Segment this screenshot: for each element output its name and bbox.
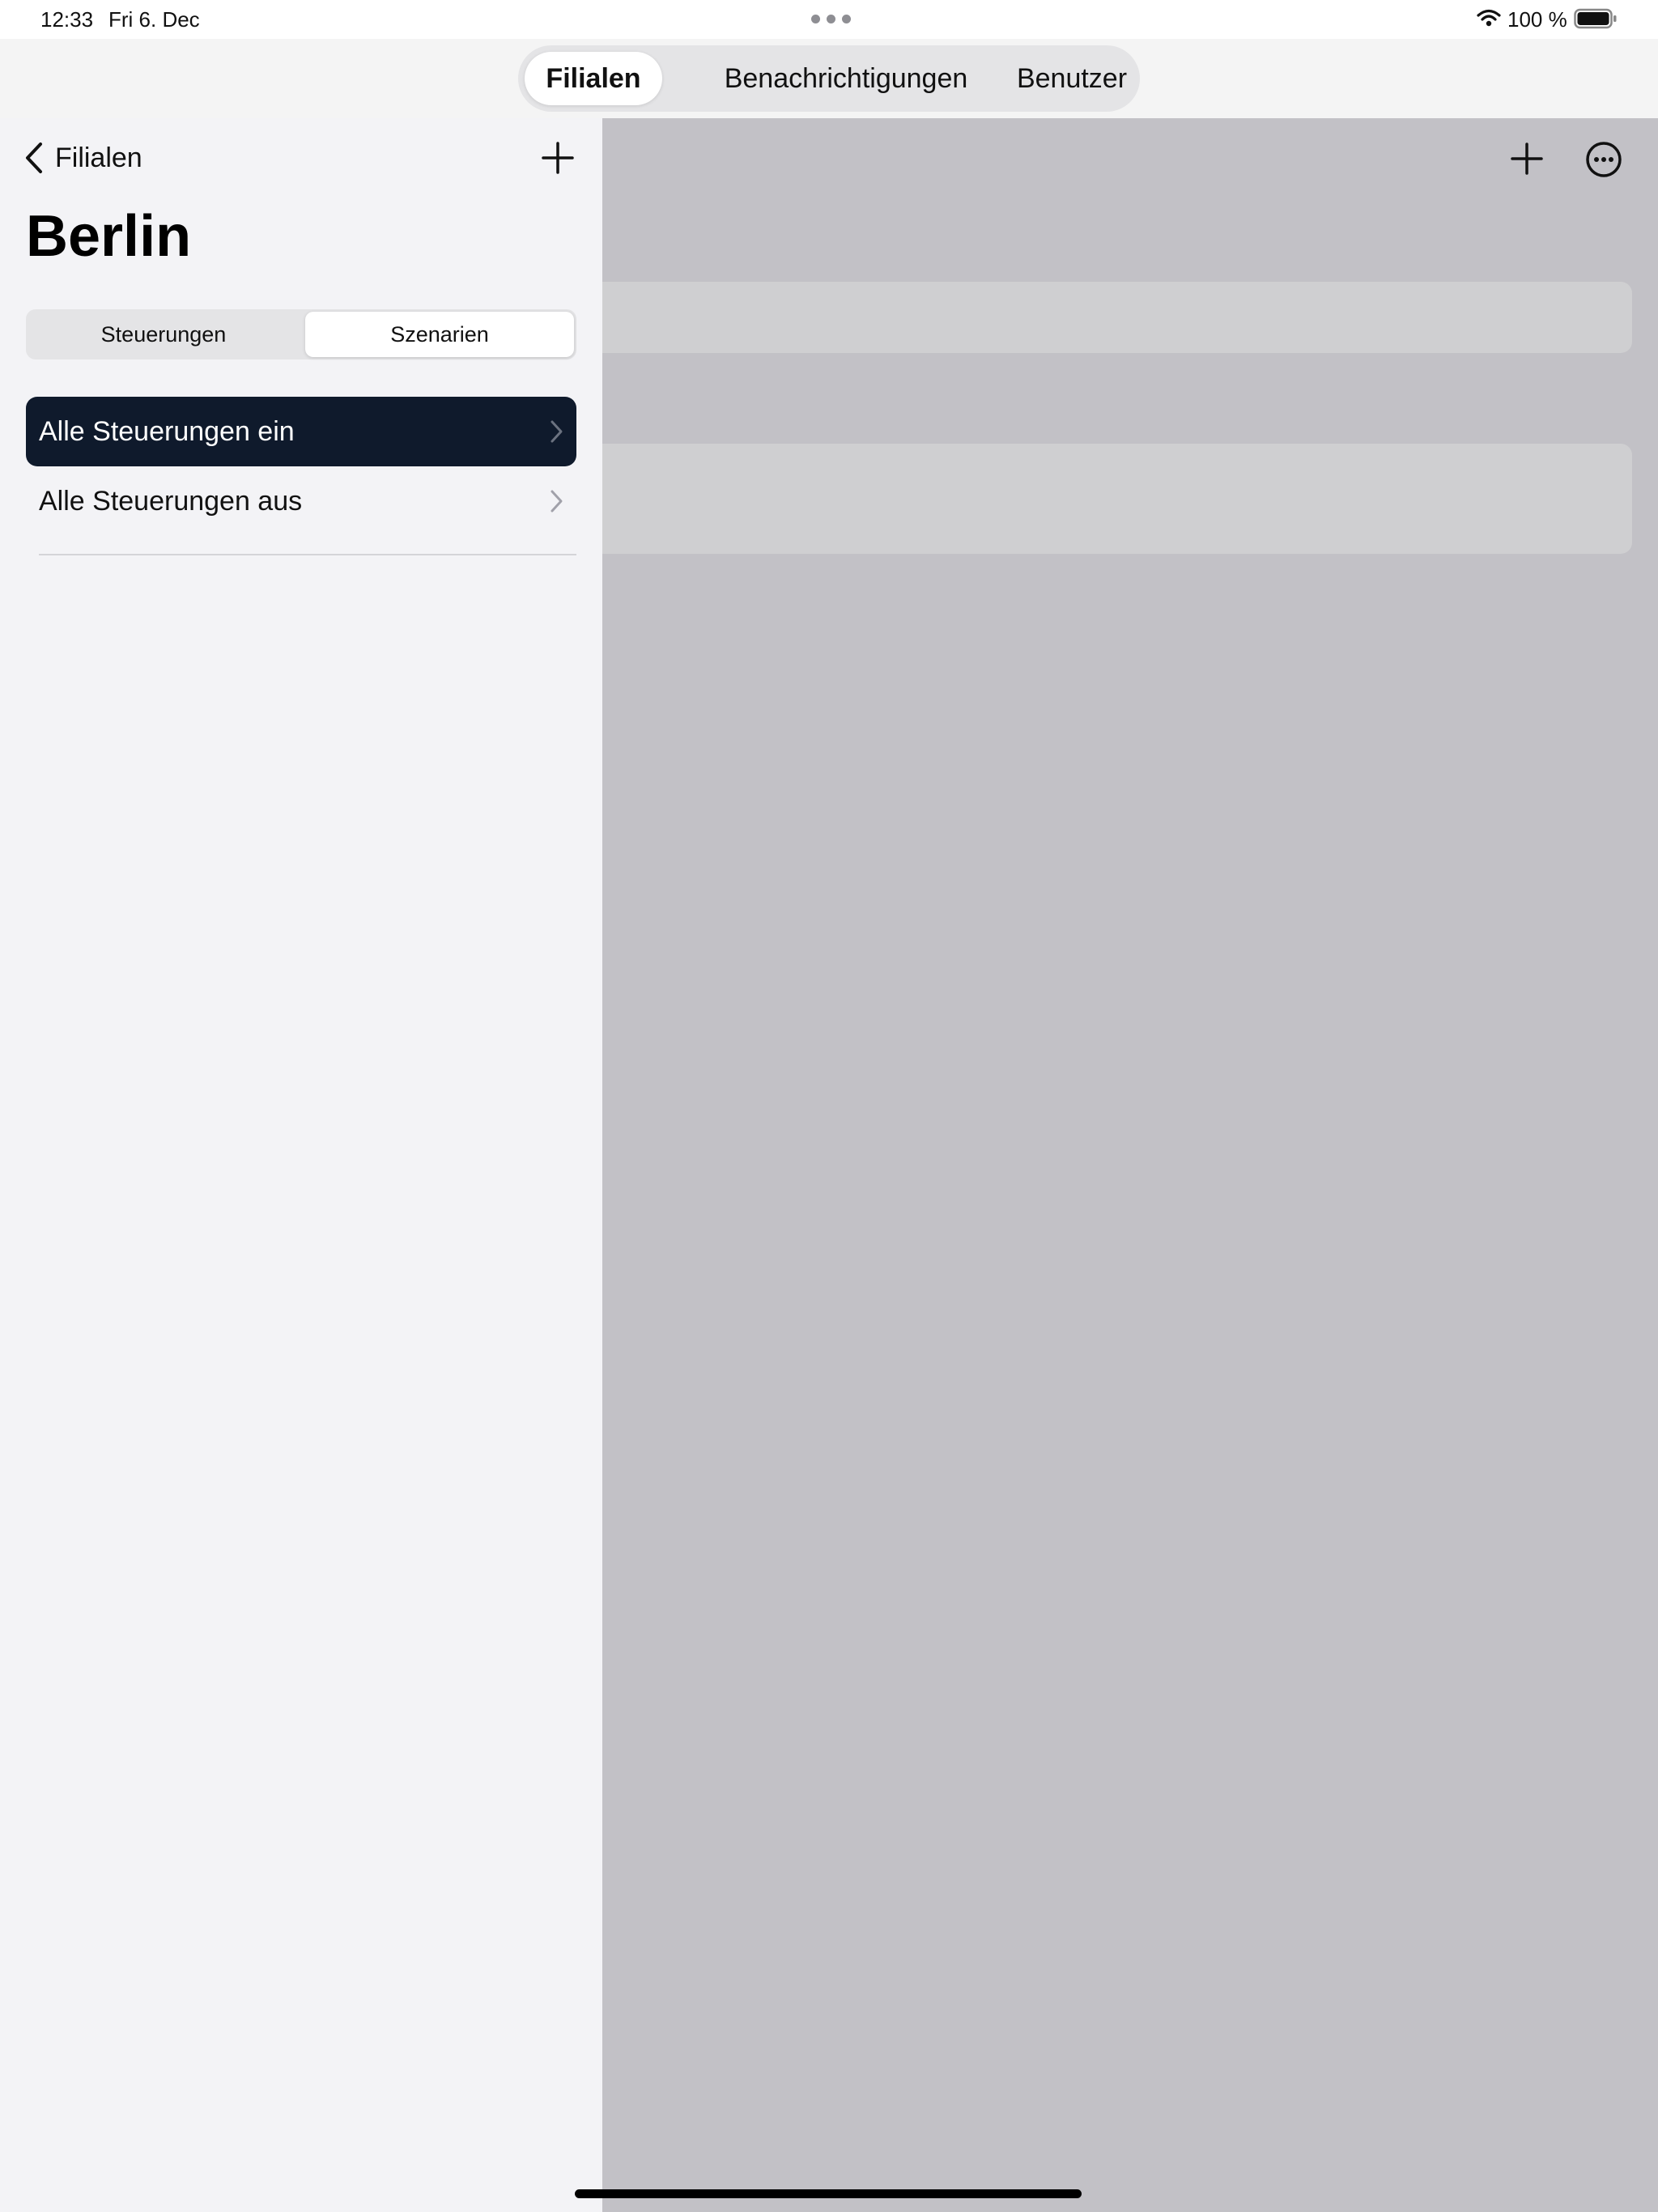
sidebar: Filialen Berlin Steuerungen Szenarien Al…: [0, 118, 602, 2212]
list-item-label: Alle Steuerungen ein: [39, 415, 295, 447]
multitasking-dots-icon[interactable]: [811, 15, 851, 23]
segment-steuerungen[interactable]: Steuerungen: [28, 312, 299, 357]
detail-pane[interactable]: [602, 118, 1658, 2212]
detail-card: [602, 282, 1632, 353]
page-title: Berlin: [26, 204, 192, 269]
battery-percent: 100 %: [1507, 7, 1567, 32]
detail-card: [602, 444, 1632, 554]
back-label: Filialen: [55, 142, 142, 173]
tab-filialen[interactable]: Filialen: [525, 52, 662, 105]
add-button[interactable]: [541, 141, 575, 175]
add-button[interactable]: [1511, 143, 1543, 175]
segment-szenarien[interactable]: Szenarien: [305, 312, 574, 357]
back-button[interactable]: Filialen: [24, 139, 142, 177]
list-item[interactable]: Alle Steuerungen aus: [26, 466, 576, 536]
segmented-control: Steuerungen Szenarien: [26, 309, 576, 359]
tab-benachrichtigungen[interactable]: Benachrichtigungen: [680, 52, 1012, 105]
divider: [39, 554, 576, 555]
home-indicator[interactable]: [575, 2189, 1082, 2198]
status-time: 12:33: [40, 7, 94, 32]
ellipsis-circle-icon[interactable]: [1585, 141, 1622, 178]
chevron-right-icon: [551, 490, 563, 513]
chevron-left-icon: [26, 143, 42, 173]
status-date: Fri 6. Dec: [108, 7, 200, 32]
list-item-label: Alle Steuerungen aus: [39, 485, 303, 517]
wifi-icon: [1477, 9, 1501, 27]
battery-icon: [1574, 8, 1617, 29]
app-window: 12:33 Fri 6. Dec 100 % Filialen Benachri…: [0, 0, 1658, 2212]
top-tab-bar: Filialen Benachrichtigungen Benutzer: [518, 45, 1140, 112]
status-bar: 12:33 Fri 6. Dec 100 %: [0, 0, 1658, 39]
list-item[interactable]: Alle Steuerungen ein: [26, 397, 576, 466]
tab-benutzer[interactable]: Benutzer: [1007, 52, 1137, 105]
chevron-right-icon: [551, 420, 563, 443]
